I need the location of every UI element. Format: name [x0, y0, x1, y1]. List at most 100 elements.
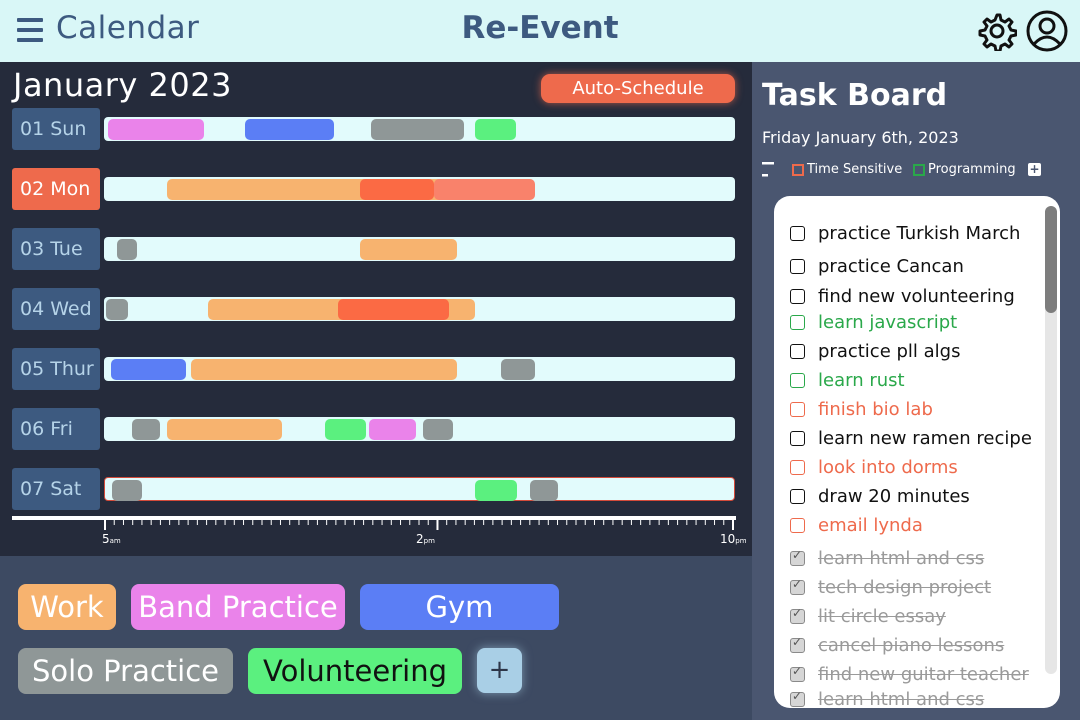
event-block-solo[interactable]: [112, 480, 143, 501]
task-checkbox[interactable]: [790, 401, 805, 417]
task-item[interactable]: tech design project: [790, 574, 1040, 600]
day-timeline-track[interactable]: [104, 297, 735, 321]
task-label: learn new ramen recipe: [818, 427, 1032, 449]
event-block-solo[interactable]: [501, 359, 535, 380]
task-item[interactable]: draw 20 minutes: [790, 483, 1040, 509]
add-filter-button[interactable]: +: [1028, 163, 1041, 176]
category-gym-button[interactable]: Gym: [360, 584, 559, 630]
task-item[interactable]: practice Cancan: [790, 253, 1040, 279]
event-block-time[interactable]: [360, 179, 435, 200]
event-block-work[interactable]: [167, 419, 283, 440]
event-block-time-light[interactable]: [434, 179, 535, 200]
task-item[interactable]: learn html and css: [790, 545, 1040, 571]
day-label-03-tue[interactable]: 03 Tue: [12, 228, 100, 270]
tick-label-10pm: 10pm: [720, 532, 747, 546]
task-checkbox[interactable]: [790, 635, 805, 653]
task-list-scroll-thumb[interactable]: [1045, 206, 1057, 313]
day-label-02-mon[interactable]: 02 Mon: [12, 168, 100, 210]
gear-icon[interactable]: [977, 11, 1017, 51]
day-timeline-track[interactable]: [104, 177, 735, 201]
event-block-volunteer[interactable]: [475, 480, 517, 501]
task-item[interactable]: finish bio lab: [790, 396, 1040, 422]
day-timeline-track[interactable]: [104, 237, 735, 261]
add-category-button[interactable]: +: [477, 648, 522, 693]
task-item[interactable]: lit circle essay: [790, 603, 1040, 629]
event-block-solo[interactable]: [371, 119, 465, 140]
task-item[interactable]: find new guitar teacher: [790, 661, 1040, 687]
event-block-band[interactable]: [369, 419, 416, 440]
category-volunteering-button[interactable]: Volunteering: [248, 648, 462, 694]
task-item[interactable]: find new volunteering: [790, 283, 1040, 309]
event-block-solo[interactable]: [423, 419, 453, 440]
event-block-solo[interactable]: [529, 480, 558, 501]
task-item[interactable]: email lynda: [790, 512, 1040, 538]
task-item[interactable]: learn javascript: [790, 309, 1040, 335]
task-checkbox[interactable]: [790, 258, 805, 274]
event-block-gym[interactable]: [111, 359, 186, 380]
task-checkbox[interactable]: [790, 314, 805, 330]
event-block-volunteer[interactable]: [324, 419, 366, 440]
calendar-view: January 2023 Auto-Schedule 01 Sun 02 Mon 0…: [0, 62, 752, 556]
event-block-gym[interactable]: [245, 119, 335, 140]
day-timeline-track[interactable]: [104, 417, 735, 441]
day-label-04-wed[interactable]: 04 Wed: [12, 288, 100, 330]
event-block-solo[interactable]: [105, 299, 129, 320]
task-checkbox[interactable]: [790, 577, 805, 595]
auto-schedule-button[interactable]: Auto-Schedule: [541, 74, 735, 103]
day-timeline-track[interactable]: [104, 357, 735, 381]
task-item[interactable]: learn new ramen recipe: [790, 425, 1040, 451]
task-checkbox[interactable]: [790, 225, 805, 241]
task-label: practice Cancan: [818, 255, 964, 277]
task-checkbox[interactable]: [790, 372, 805, 388]
day-row: 07 Sat: [0, 468, 752, 510]
task-checkbox[interactable]: [790, 430, 805, 446]
legend-time-sensitive[interactable]: Time Sensitive: [792, 162, 902, 177]
day-label-01-sun[interactable]: 01 Sun: [12, 108, 100, 150]
day-row: 01 Sun: [0, 108, 752, 150]
task-checkbox[interactable]: [790, 517, 805, 533]
category-solo-practice-button[interactable]: Solo Practice: [18, 648, 233, 694]
task-item[interactable]: practice Turkish March: [790, 220, 1040, 246]
task-item[interactable]: learn html and css: [790, 686, 1040, 708]
day-timeline-track[interactable]: [104, 117, 735, 141]
task-item[interactable]: practice pll algs: [790, 338, 1040, 364]
event-block-work[interactable]: [191, 359, 457, 380]
task-item[interactable]: look into dorms: [790, 454, 1040, 480]
task-label: look into dorms: [818, 456, 958, 478]
event-block-band[interactable]: [107, 119, 205, 140]
day-label-06-fri[interactable]: 06 Fri: [12, 408, 100, 450]
task-label: finish bio lab: [818, 398, 933, 420]
task-checkbox[interactable]: [790, 606, 805, 624]
app-title: Re-Event: [461, 10, 619, 46]
day-timeline-track[interactable]: [104, 477, 735, 501]
task-board-date: Friday January 6th, 2023: [762, 128, 959, 147]
event-block-work[interactable]: [360, 239, 457, 260]
task-checkbox[interactable]: [790, 288, 805, 304]
task-checkbox[interactable]: [790, 488, 805, 504]
month-title: January 2023: [13, 66, 232, 104]
legend-programming[interactable]: Programming: [913, 162, 1016, 177]
tick-label-2pm: 2pm: [416, 532, 435, 546]
event-block-volunteer[interactable]: [475, 119, 516, 140]
event-block-solo[interactable]: [131, 419, 160, 440]
user-profile-icon[interactable]: [1026, 10, 1068, 52]
day-label-05-thur[interactable]: 05 Thur: [12, 348, 100, 390]
task-checkbox[interactable]: [790, 459, 805, 475]
category-work-button[interactable]: Work: [18, 584, 116, 630]
task-item[interactable]: cancel piano lessons: [790, 632, 1040, 658]
task-checkbox[interactable]: [790, 689, 805, 707]
category-band-practice-button[interactable]: Band Practice: [131, 584, 345, 630]
task-board-title: Task Board: [762, 78, 948, 113]
task-label: email lynda: [818, 514, 923, 536]
filter-icon[interactable]: [762, 162, 776, 178]
task-item[interactable]: learn rust: [790, 367, 1040, 393]
event-block-solo[interactable]: [116, 239, 138, 260]
task-checkbox[interactable]: [790, 343, 805, 359]
task-label: find new volunteering: [818, 285, 1015, 307]
task-checkbox[interactable]: [790, 548, 805, 566]
task-label: learn rust: [818, 369, 905, 391]
day-label-07-sat[interactable]: 07 Sat: [12, 468, 100, 510]
task-checkbox[interactable]: [790, 664, 805, 682]
event-block-time[interactable]: [337, 299, 450, 320]
tick-label-5am: 5am: [102, 532, 121, 546]
